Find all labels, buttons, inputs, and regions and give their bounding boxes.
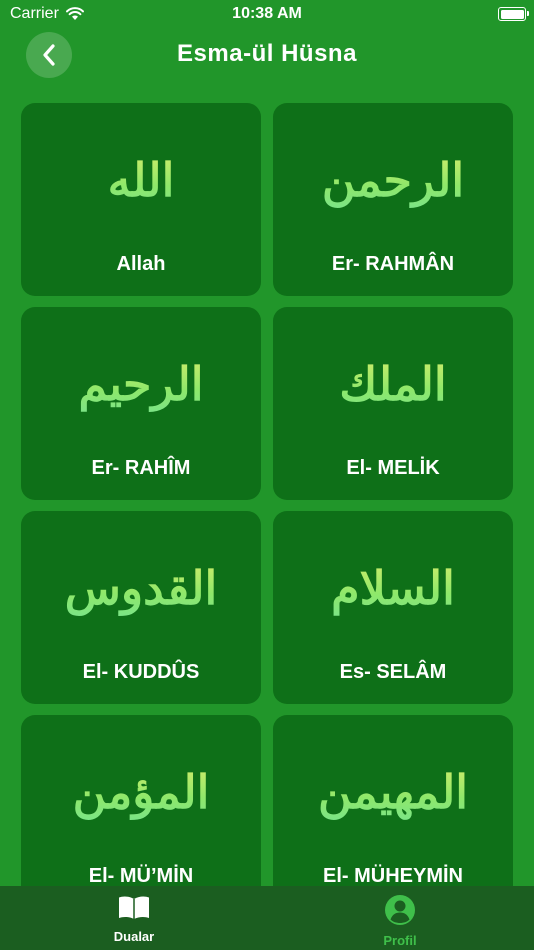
names-grid: الله Allah الرحمن Er- RAHMÂN الرحيم Er- … [21,103,513,908]
calligraphy-selam: السلام [273,533,513,643]
battery-icon [498,7,529,21]
calligraphy-muheymin: المهيمن [273,737,513,847]
name-card-muheymin[interactable]: المهيمن El- MÜHEYMİN [273,715,513,908]
name-card-kuddus[interactable]: القدوس El- KUDDÛS [21,511,261,704]
clock: 10:38 AM [232,5,302,22]
book-icon [119,896,149,919]
name-card-rahman[interactable]: الرحمن Er- RAHMÂN [273,103,513,296]
calligraphy-allah: الله [21,125,261,235]
name-label: El- MÜ’MİN [88,865,194,887]
calligraphy-melik: الملك [273,329,513,439]
name-label: Er- RAHMÂN [331,253,455,275]
page-title: Esma-ül Hüsna [177,40,357,67]
tab-dualar[interactable]: Dualar [74,894,194,944]
person-icon [385,895,415,925]
name-card-allah[interactable]: الله Allah [21,103,261,296]
tab-bar: Dualar Profil [0,886,534,950]
tab-profil[interactable]: Profil [340,894,460,948]
name-card-mumin[interactable]: المؤمن El- MÜ’MİN [21,715,261,908]
name-card-melik[interactable]: الملك El- MELİK [273,307,513,500]
name-label: Er- RAHÎM [91,457,191,479]
calligraphy-rahman: الرحمن [273,125,513,235]
name-label: Allah [116,253,166,275]
name-card-rahim[interactable]: الرحيم Er- RAHÎM [21,307,261,500]
tab-label-dualar: Dualar [113,929,155,944]
calligraphy-mumin: المؤمن [21,737,261,847]
navigation-bar: Esma-ül Hüsna [0,28,534,86]
name-label: Es- SELÂM [339,661,447,683]
calligraphy-kuddus: القدوس [21,533,261,643]
name-label: El- MELİK [346,457,440,479]
name-card-selam[interactable]: السلام Es- SELÂM [273,511,513,704]
status-bar: Carrier 10:38 AM [0,0,534,28]
name-label: El- KUDDÛS [82,661,200,683]
name-label: El- MÜHEYMİN [323,865,463,887]
tab-label-profil: Profil [383,933,417,948]
calligraphy-rahim: الرحيم [21,329,261,439]
